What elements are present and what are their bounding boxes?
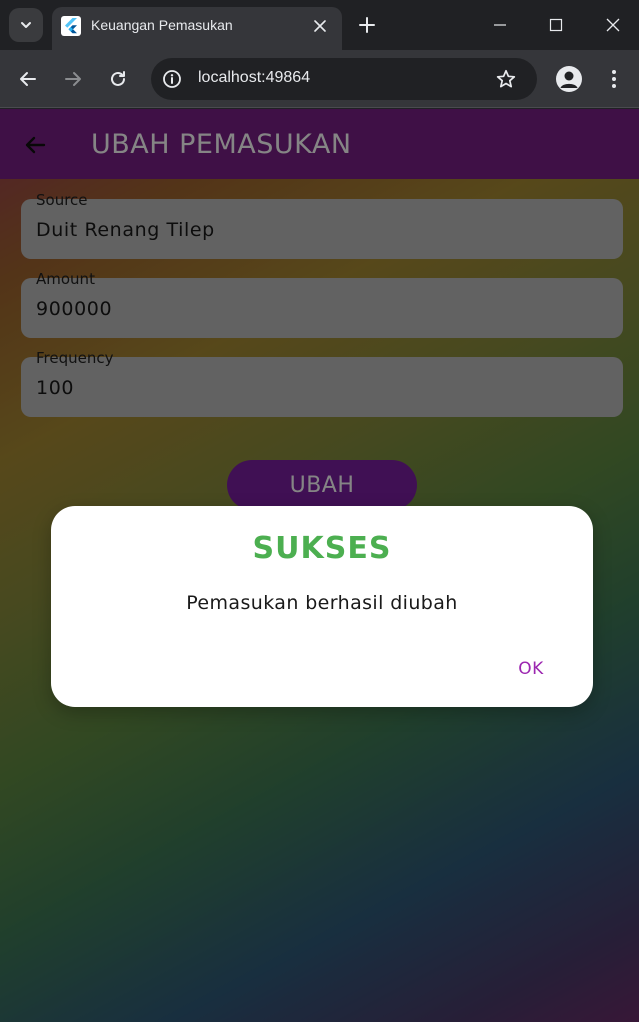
browser-tab[interactable]: Keuangan Pemasukan — [52, 7, 342, 50]
reload-button[interactable] — [103, 64, 133, 94]
bookmark-button[interactable] — [495, 68, 517, 90]
plus-icon — [359, 17, 375, 33]
reload-icon — [111, 71, 125, 86]
forward-button[interactable] — [58, 64, 88, 94]
minimize-button[interactable] — [472, 0, 528, 50]
address-bar[interactable]: localhost:49864 — [151, 58, 537, 100]
success-dialog: SUKSES Pemasukan berhasil diubah OK — [51, 506, 593, 707]
minimize-icon — [494, 24, 506, 26]
info-icon — [163, 70, 181, 88]
flutter-logo-icon — [61, 16, 81, 36]
profile-button[interactable] — [556, 66, 582, 92]
tab-title: Keuangan Pemasukan — [91, 17, 233, 33]
browser-menu-button[interactable] — [604, 66, 624, 92]
person-icon — [560, 71, 578, 88]
tab-close-button[interactable] — [310, 16, 330, 36]
arrow-right-icon — [65, 72, 81, 86]
tab-search-button[interactable] — [9, 8, 43, 42]
browser-toolbar: localhost:49864 — [0, 50, 639, 108]
app-viewport: UBAH PEMASUKAN Source Duit Renang Tilep … — [0, 109, 639, 1022]
chevron-down-icon — [21, 22, 31, 28]
window-close-button[interactable] — [585, 0, 639, 50]
dialog-message: Pemasukan berhasil diubah — [186, 592, 458, 614]
browser-tab-strip: Keuangan Pemasukan — [0, 0, 639, 50]
url-text[interactable]: localhost:49864 — [198, 69, 310, 87]
ok-button[interactable]: OK — [503, 654, 559, 684]
arrow-left-icon — [20, 72, 36, 86]
site-info-button[interactable] — [161, 68, 183, 90]
close-icon — [314, 20, 326, 32]
close-icon — [606, 18, 620, 32]
maximize-button[interactable] — [528, 0, 584, 50]
maximize-icon — [549, 18, 563, 32]
dialog-title: SUKSES — [252, 531, 392, 566]
back-button[interactable] — [13, 64, 43, 94]
kebab-menu-icon — [612, 70, 616, 88]
new-tab-button[interactable] — [354, 12, 380, 38]
star-icon — [496, 69, 516, 88]
